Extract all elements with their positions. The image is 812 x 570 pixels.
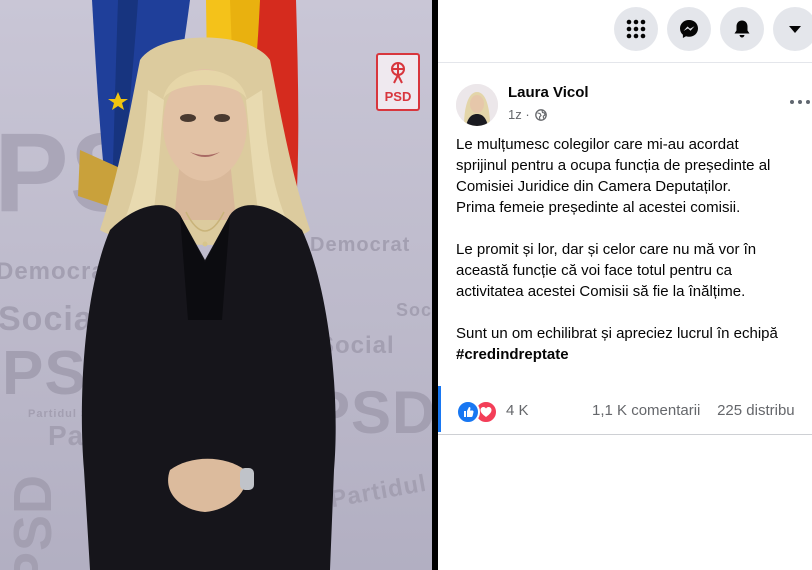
- reaction-count[interactable]: 4 K: [506, 402, 529, 419]
- post-body: Le mulțumesc colegilor care mi-au acorda…: [456, 134, 812, 365]
- globe-icon: [535, 109, 548, 121]
- comment-count[interactable]: 1,1 K comentarii: [592, 402, 700, 419]
- post-line: Comisiei Juridice din Camera Deputaților…: [456, 178, 732, 195]
- notifications-bell-icon: [734, 20, 750, 38]
- psd-logo: PSD: [376, 53, 420, 111]
- avatar-portrait: [456, 84, 498, 126]
- account-caret-icon: [789, 26, 801, 33]
- post-panel: Laura Vicol 1z · Le mulțumesc colegilor …: [438, 0, 812, 570]
- share-count[interactable]: 225 distribu: [717, 402, 795, 419]
- more-dot-icon: [790, 100, 794, 104]
- post-line: Sunt un om echilibrat și apreciez lucrul…: [456, 325, 778, 342]
- notifications-button[interactable]: [720, 7, 764, 51]
- apps-menu-icon: [626, 19, 646, 39]
- post-line: Le promit și lor, dar și celor care nu m…: [456, 241, 757, 258]
- more-dot-icon: [798, 100, 802, 104]
- post-line: Prima femeie președinte al acestei comis…: [456, 199, 741, 216]
- post-line: sprijinul pentru a ocupa funcția de preș…: [456, 157, 771, 174]
- comments-shares: 1,1 K comentarii 225 distribu: [592, 402, 795, 419]
- person-figure: [81, 37, 336, 570]
- more-dot-icon: [806, 100, 810, 104]
- post-line: Le mulțumesc colegilor care mi-au acorda…: [456, 136, 739, 153]
- psd-logo-text: PSD: [384, 89, 412, 104]
- author-avatar[interactable]: [456, 84, 498, 126]
- post-photo[interactable]: PS PSD Democrat Democrat Social Partidul…: [0, 0, 432, 570]
- watermark-social-right-2: Social: [396, 300, 432, 320]
- post-line: activitatea acestei Comisii să fie la în…: [456, 283, 746, 300]
- top-navigation: [438, 0, 812, 63]
- like-reaction[interactable]: [456, 400, 480, 424]
- messenger-button[interactable]: [667, 7, 711, 51]
- post-author-name[interactable]: Laura Vicol: [508, 84, 589, 101]
- love-icon: [480, 407, 492, 417]
- post-meta: 1z ·: [508, 107, 548, 122]
- apps-menu-button[interactable]: [614, 7, 658, 51]
- hashtag-link[interactable]: #credindreptate: [456, 346, 569, 363]
- focus-accent-bar: [438, 386, 441, 432]
- messenger-icon: [680, 20, 698, 38]
- post-line: această funcție că voi face totul pentru…: [456, 262, 732, 279]
- post-timestamp[interactable]: 1z: [508, 107, 522, 122]
- account-menu-button[interactable]: [773, 7, 812, 51]
- stats-divider: [438, 434, 812, 435]
- reactions-bar: 4 K 1,1 K comentarii 225 distribu: [456, 396, 812, 426]
- post-options-button[interactable]: [788, 92, 812, 112]
- like-icon: [464, 407, 474, 417]
